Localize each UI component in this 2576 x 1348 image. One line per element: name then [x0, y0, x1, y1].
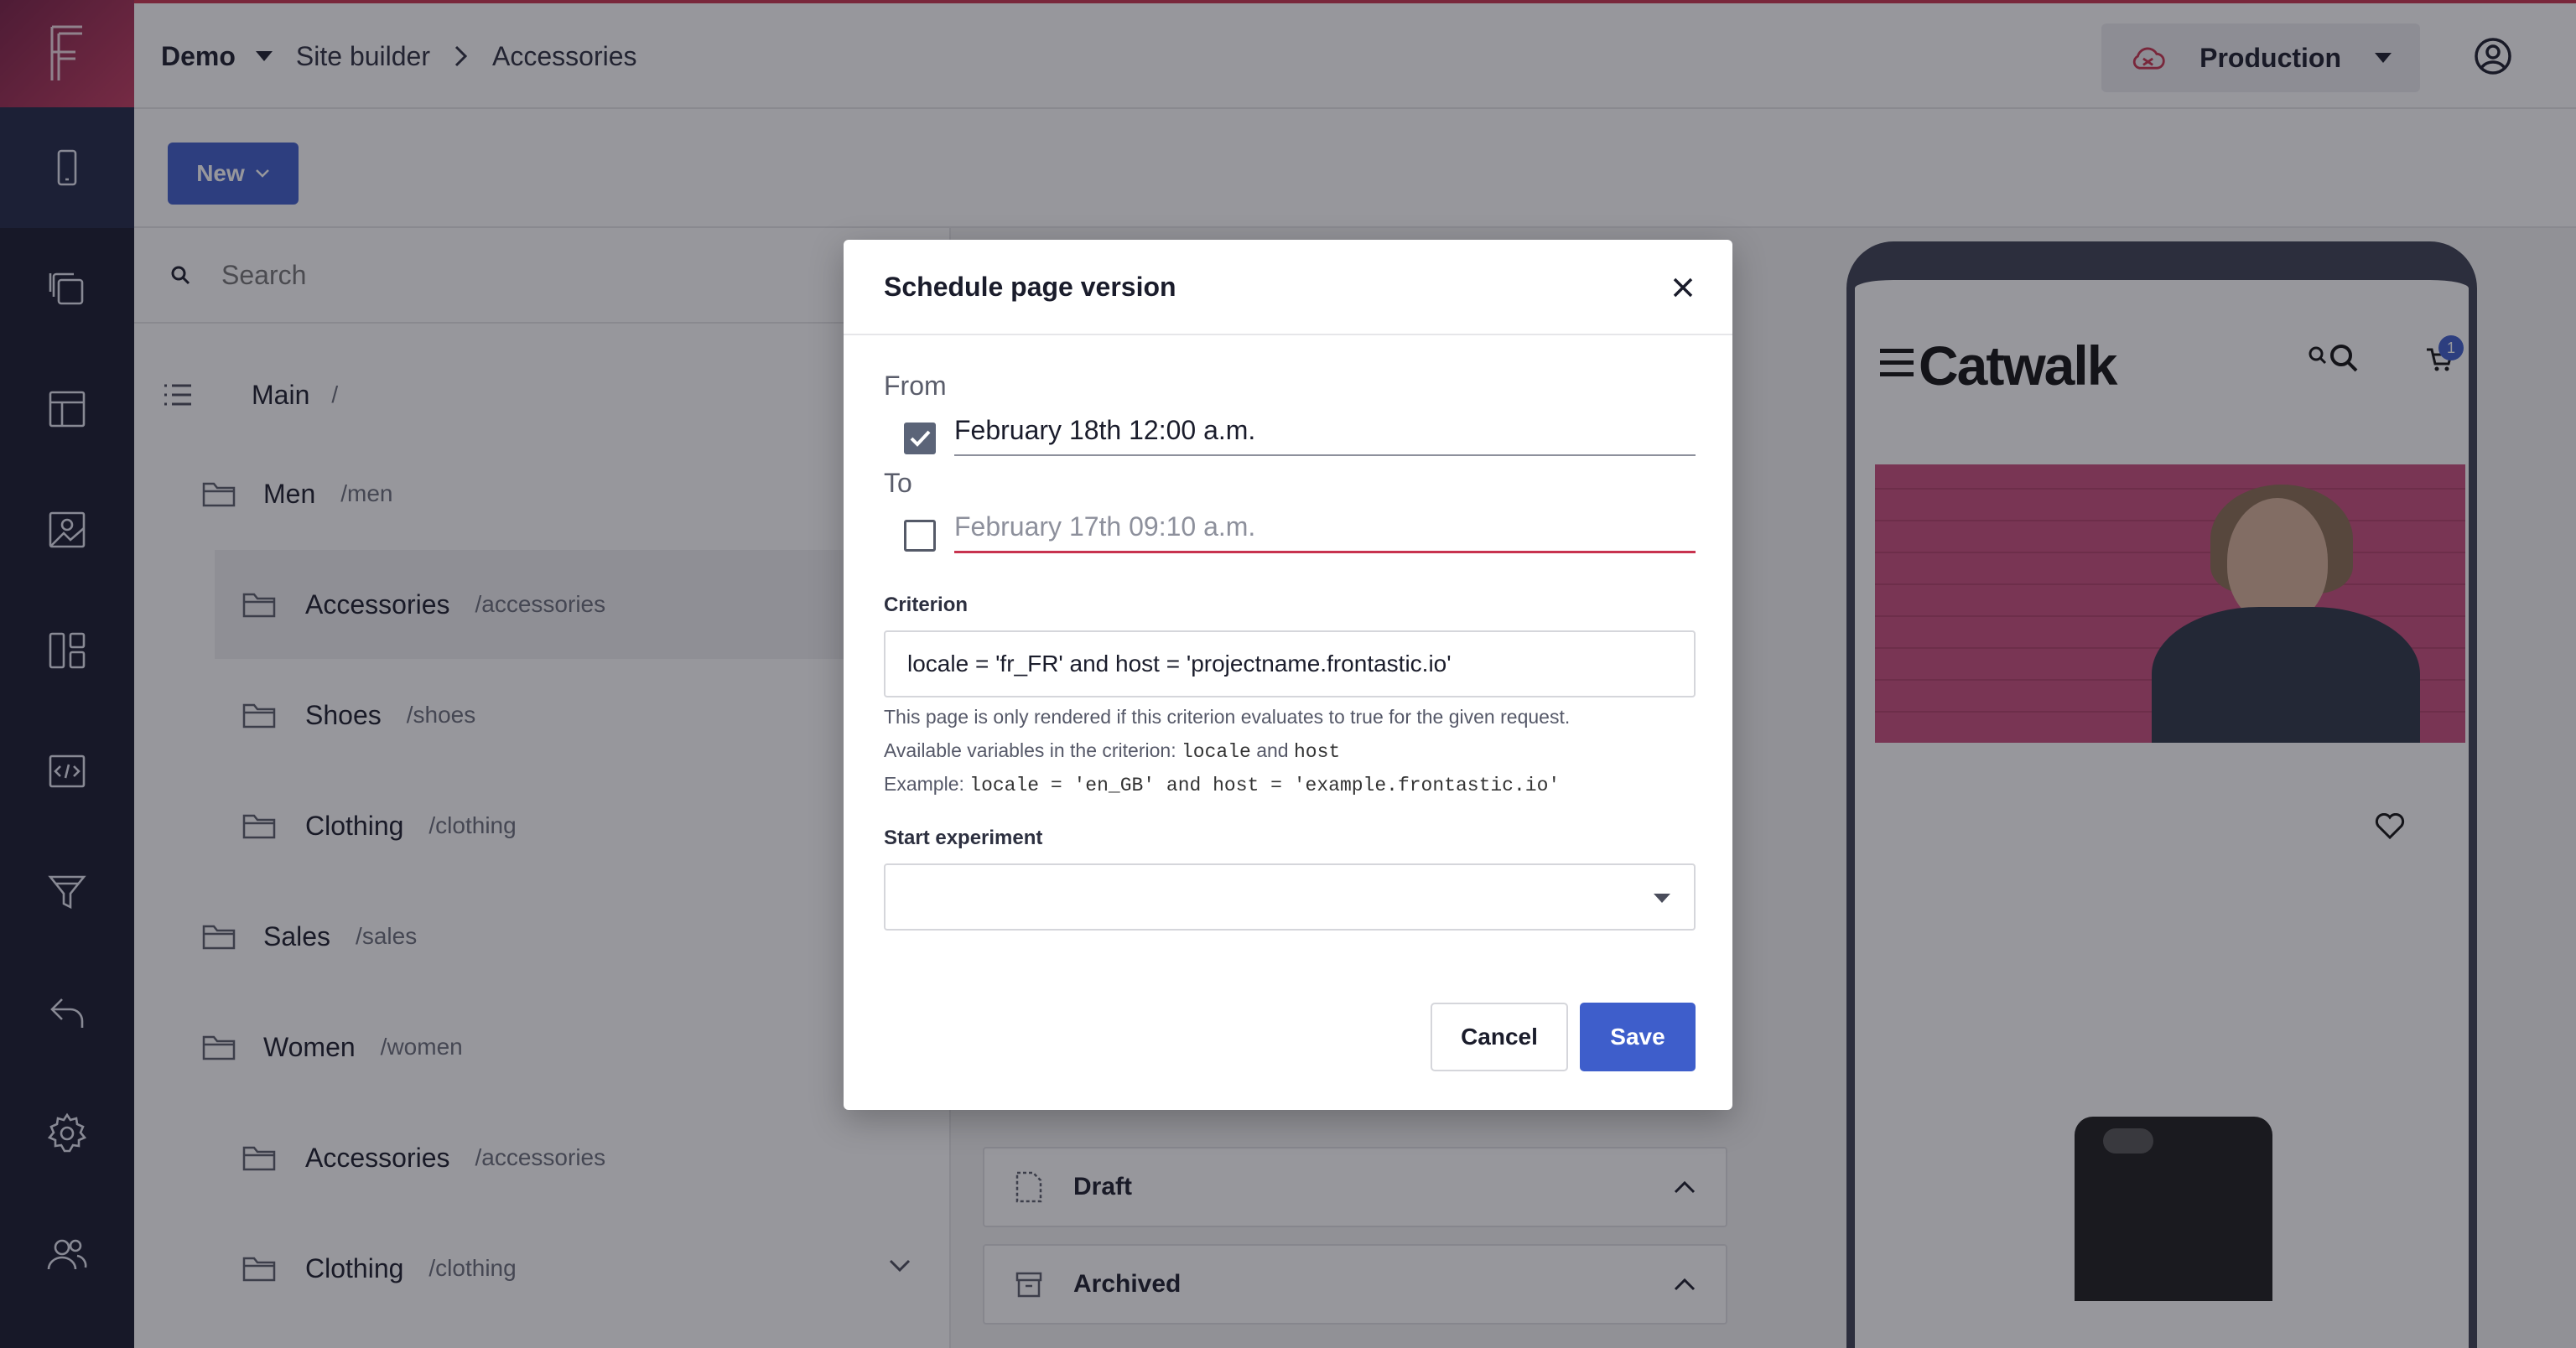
help-example-code: locale = 'en_GB' and host = 'example.fro… [969, 775, 1561, 796]
to-checkbox[interactable] [904, 520, 936, 552]
experiment-label: Start experiment [884, 827, 1043, 849]
criterion-input[interactable]: locale = 'fr_FR' and host = 'projectname… [884, 630, 1696, 697]
help-variable-host: host [1293, 741, 1341, 763]
criterion-example-help: Example: locale = 'en_GB' and host = 'ex… [884, 773, 1560, 796]
experiment-select[interactable] [884, 863, 1696, 931]
checkmark-icon [910, 430, 931, 447]
dialog-title: Schedule page version [884, 271, 1176, 302]
help-and: and [1256, 739, 1289, 761]
from-row: February 18th 12:00 a.m. [884, 406, 1696, 456]
help-variable-locale: locale [1181, 741, 1251, 763]
to-date-input[interactable]: February 17th 09:10 a.m. [954, 503, 1696, 553]
to-row: February 17th 09:10 a.m. [884, 503, 1696, 553]
criterion-label: Criterion [884, 594, 969, 616]
help-prefix: Available variables in the criterion: [884, 739, 1176, 761]
caret-down-icon [1654, 894, 1670, 903]
schedule-page-version-dialog: Schedule page version From February 18th… [844, 240, 1732, 1110]
criterion-variables-help: Available variables in the criterion: lo… [884, 739, 1340, 763]
save-button[interactable]: Save [1580, 1003, 1696, 1071]
to-label: To [884, 468, 912, 498]
from-checkbox[interactable] [904, 423, 936, 454]
dialog-header: Schedule page version [844, 240, 1732, 335]
close-icon[interactable] [1667, 272, 1699, 303]
cancel-button[interactable]: Cancel [1431, 1003, 1568, 1071]
from-date-input[interactable]: February 18th 12:00 a.m. [954, 406, 1696, 456]
help-example-prefix: Example: [884, 773, 964, 795]
criterion-help-text: This page is only rendered if this crite… [884, 706, 1571, 728]
from-label: From [884, 371, 947, 401]
